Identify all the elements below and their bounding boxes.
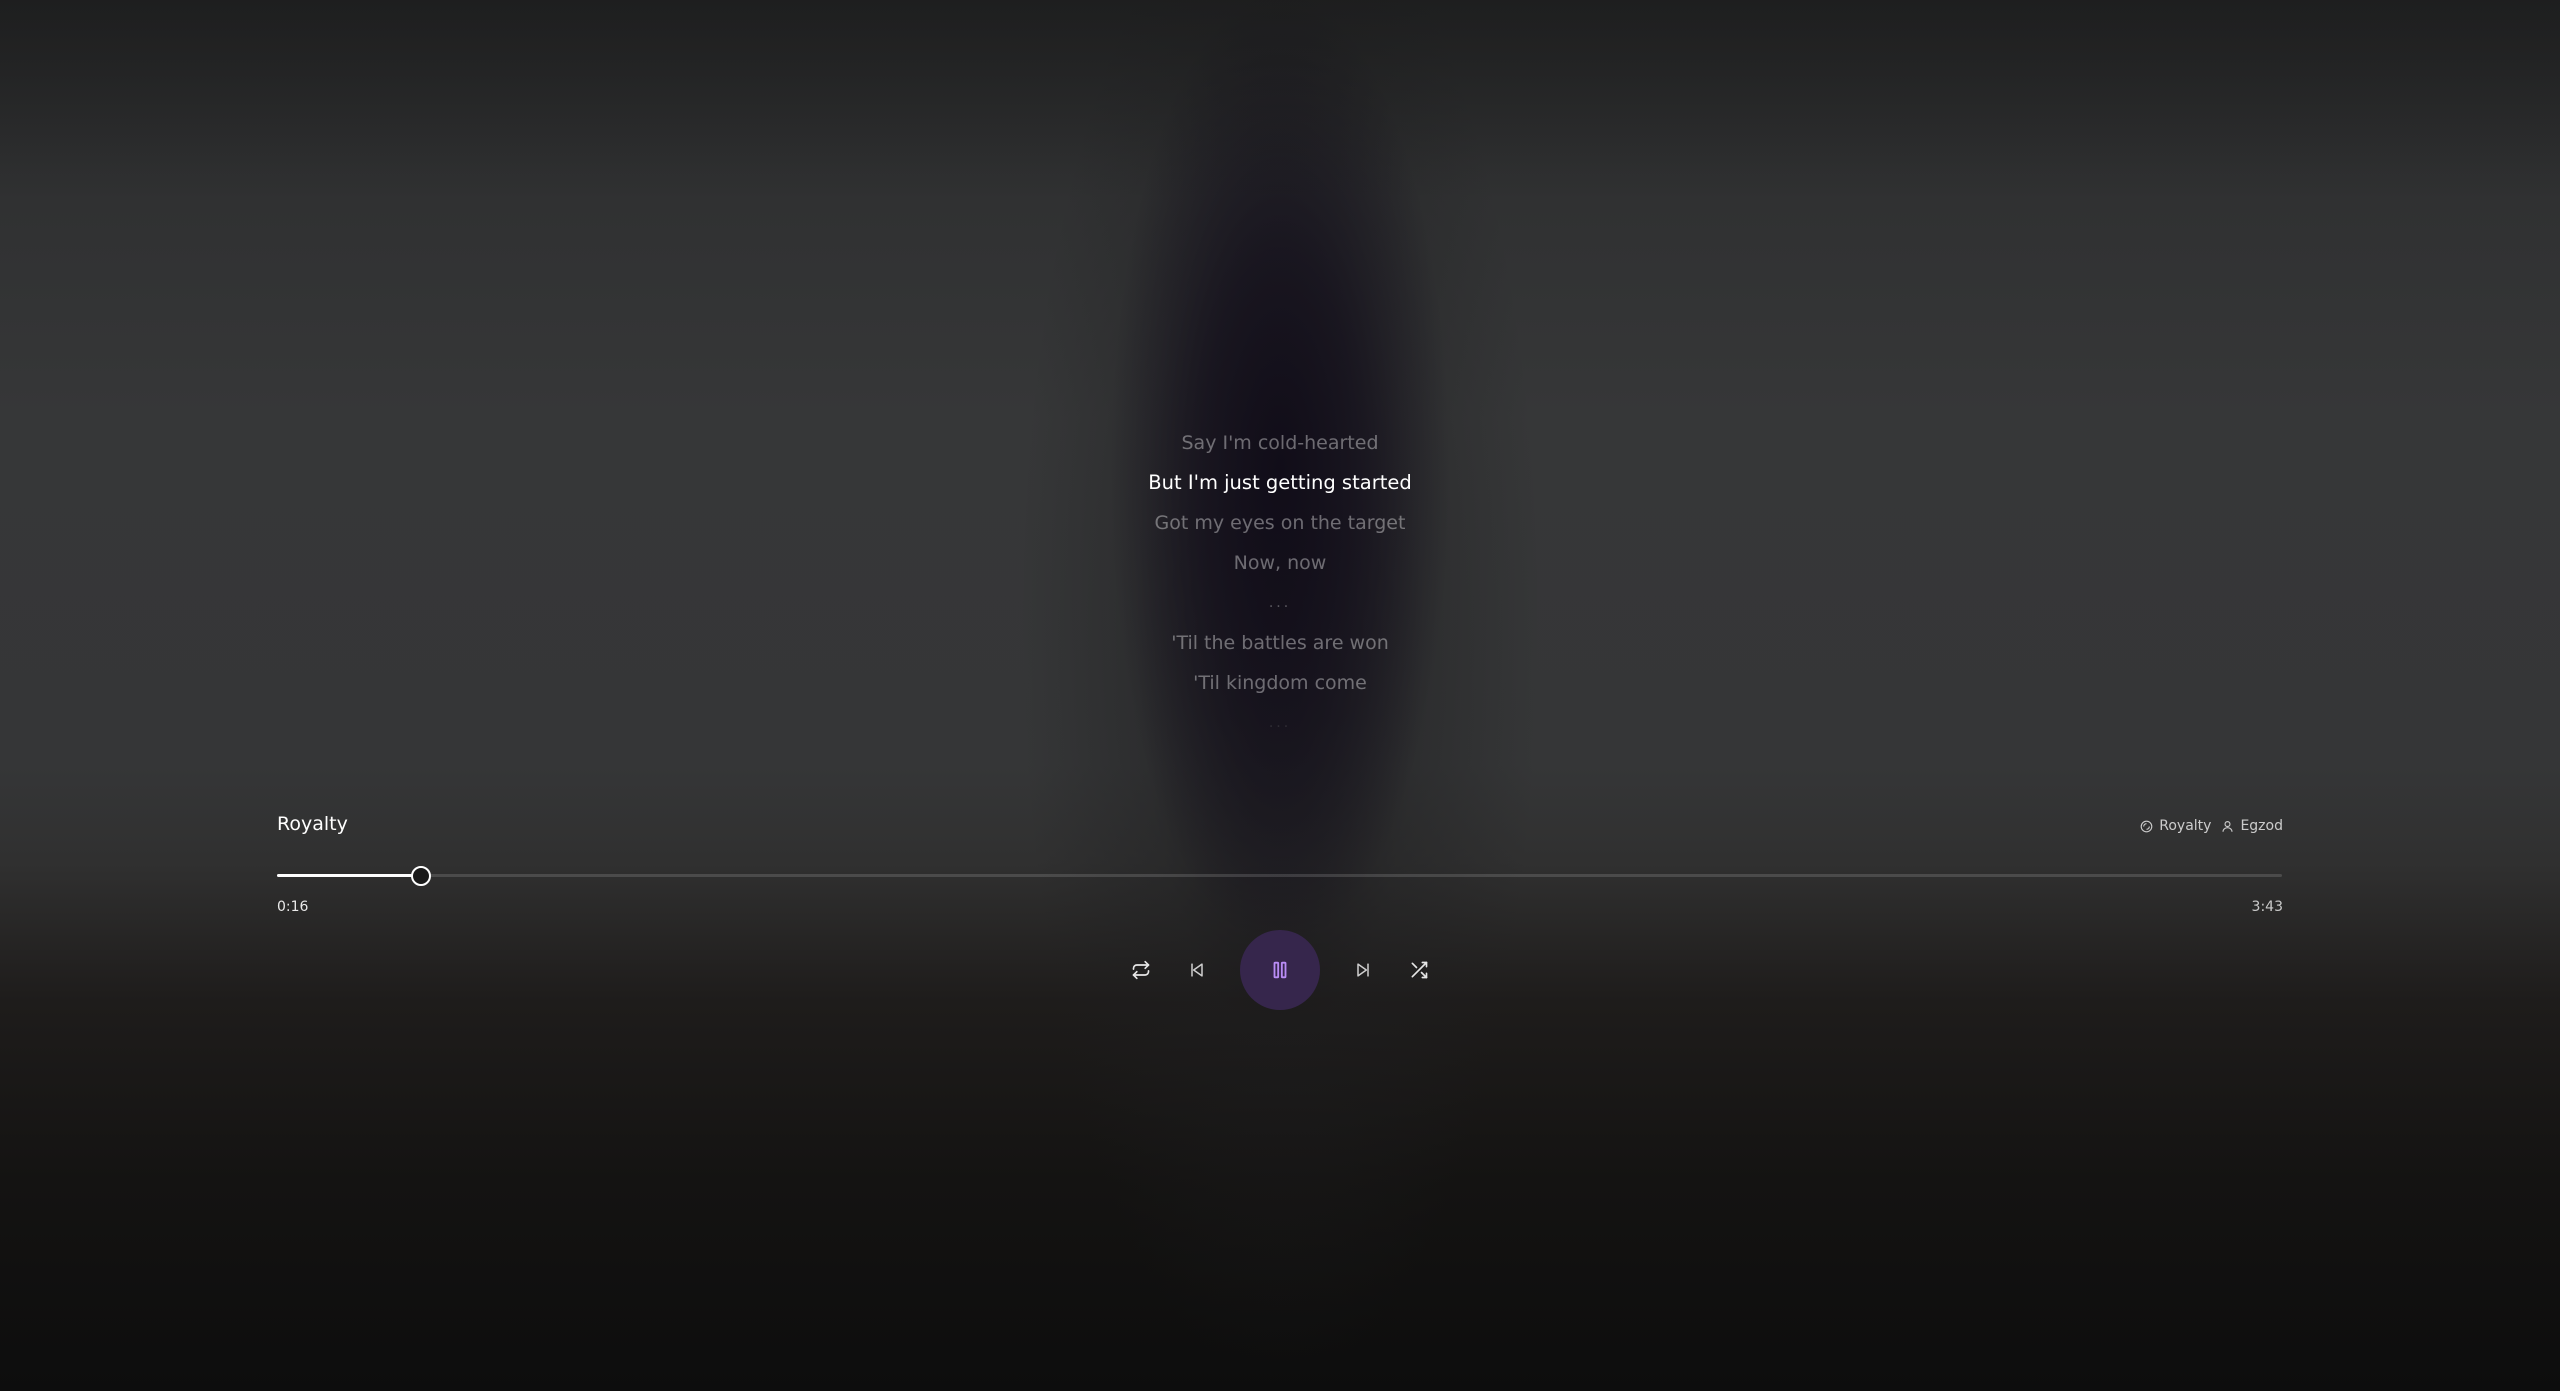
progress-slider[interactable] — [277, 866, 2282, 886]
pause-icon — [1273, 961, 1287, 979]
artist-name: Egzod — [2240, 818, 2283, 834]
album-disc-icon — [2140, 820, 2153, 832]
lyric-line[interactable]: 'Til kingdom come — [1080, 666, 1480, 706]
track-meta: Royalty Egzod — [2140, 818, 2283, 834]
lyric-line[interactable]: Got my eyes on the target — [1080, 506, 1480, 546]
player-screen: Say I'm cold-hearted But I'm just gettin… — [0, 0, 2560, 1391]
lyric-line[interactable]: 'Til the battles are won — [1080, 626, 1480, 666]
lyric-line[interactable]: Now, now — [1080, 546, 1480, 586]
previous-button[interactable] — [1182, 955, 1212, 985]
progress-track[interactable] — [277, 874, 2282, 877]
skip-previous-icon — [1191, 963, 1203, 977]
progress-thumb[interactable] — [410, 866, 431, 886]
repeat-button[interactable] — [1126, 955, 1156, 985]
lyric-line-active[interactable]: But I'm just getting started — [1080, 466, 1480, 506]
album-name: Royalty — [2159, 818, 2212, 834]
play-pause-button[interactable] — [1240, 930, 1320, 1010]
playback-controls — [0, 930, 2560, 1010]
track-title: Royalty — [277, 813, 348, 835]
lyric-instrumental-dots: ... — [1268, 715, 1292, 731]
user-icon — [2222, 820, 2233, 832]
repeat-icon — [1132, 960, 1150, 980]
shuffle-button[interactable] — [1404, 955, 1434, 985]
skip-next-icon — [1357, 963, 1369, 977]
lyric-instrumental-dots: ... — [1268, 595, 1292, 611]
next-button[interactable] — [1348, 955, 1378, 985]
elapsed-time: 0:16 — [277, 899, 309, 915]
album-link[interactable]: Royalty — [2140, 818, 2211, 834]
lyric-line[interactable]: Say I'm cold-hearted — [1080, 426, 1480, 466]
total-time: 3:43 — [2251, 899, 2283, 915]
artist-link[interactable]: Egzod — [2221, 818, 2283, 834]
progress-fill — [277, 874, 421, 877]
shuffle-icon — [1411, 961, 1428, 979]
lyrics-panel: Say I'm cold-hearted But I'm just gettin… — [1080, 426, 1480, 746]
